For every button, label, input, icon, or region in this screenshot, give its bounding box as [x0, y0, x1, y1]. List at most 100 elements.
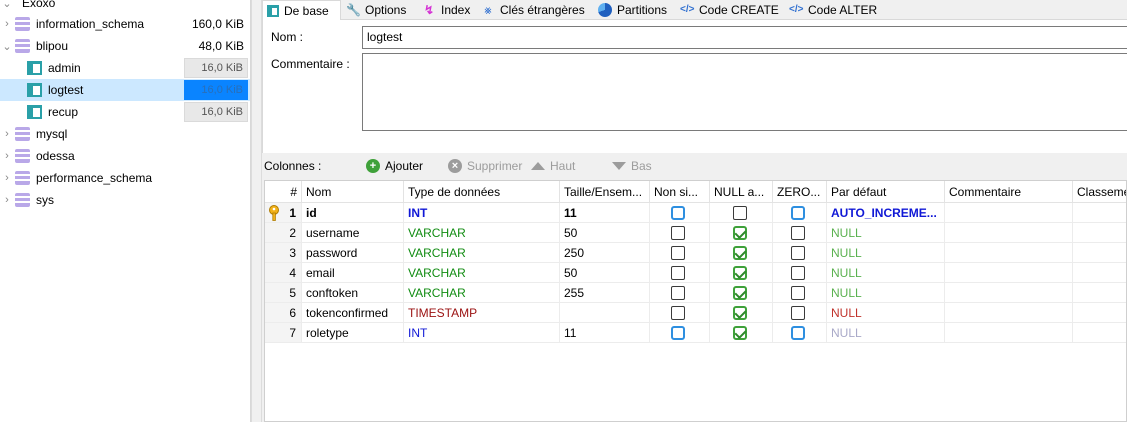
- zerofill-cell[interactable]: [773, 303, 827, 323]
- allow-null-cell[interactable]: [710, 283, 773, 303]
- checkbox[interactable]: [671, 206, 685, 220]
- default-cell[interactable]: NULL: [827, 223, 945, 243]
- header-num[interactable]: #: [265, 181, 302, 203]
- pane-splitter[interactable]: [251, 0, 262, 422]
- comment-cell[interactable]: [945, 263, 1073, 283]
- checkbox[interactable]: [733, 306, 747, 320]
- length-cell[interactable]: 50: [560, 223, 650, 243]
- remove-column-button[interactable]: × Supprimer: [448, 157, 522, 175]
- checkbox[interactable]: [671, 246, 685, 260]
- default-cell[interactable]: AUTO_INCREME...: [827, 203, 945, 223]
- zerofill-cell[interactable]: [773, 223, 827, 243]
- comment-cell[interactable]: [945, 283, 1073, 303]
- tab-code-alter[interactable]: </> Code ALTER: [785, 0, 885, 20]
- tree-item-information-schema[interactable]: › information_schema 160,0 KiB: [0, 13, 250, 35]
- comment-cell[interactable]: [945, 203, 1073, 223]
- checkbox[interactable]: [791, 246, 805, 260]
- column-name-cell[interactable]: password: [302, 243, 404, 263]
- default-cell[interactable]: NULL: [827, 283, 945, 303]
- zerofill-cell[interactable]: [773, 203, 827, 223]
- tab-de-base[interactable]: De base: [262, 0, 341, 21]
- data-type-cell[interactable]: VARCHAR: [404, 243, 560, 263]
- tab-code-create[interactable]: </> Code CREATE: [676, 0, 784, 20]
- unsigned-cell[interactable]: [650, 323, 710, 343]
- tab-index[interactable]: ↯ Index: [418, 0, 474, 20]
- unsigned-cell[interactable]: [650, 203, 710, 223]
- table-name-input[interactable]: logtest: [362, 26, 1127, 49]
- zerofill-cell[interactable]: [773, 283, 827, 303]
- collation-cell[interactable]: [1073, 263, 1126, 283]
- collation-cell[interactable]: [1073, 243, 1126, 263]
- checkbox[interactable]: [791, 286, 805, 300]
- checkbox[interactable]: [671, 226, 685, 240]
- tab-partitions[interactable]: Partitions: [594, 0, 676, 20]
- default-cell[interactable]: NULL: [827, 263, 945, 283]
- comment-cell[interactable]: [945, 243, 1073, 263]
- zerofill-cell[interactable]: [773, 323, 827, 343]
- header-non-signe[interactable]: Non si...: [650, 181, 710, 203]
- checkbox[interactable]: [671, 266, 685, 280]
- unsigned-cell[interactable]: [650, 223, 710, 243]
- zerofill-cell[interactable]: [773, 263, 827, 283]
- header-null-autorise[interactable]: NULL a...: [710, 181, 773, 203]
- zerofill-cell[interactable]: [773, 243, 827, 263]
- move-up-button[interactable]: Haut: [531, 157, 575, 175]
- unsigned-cell[interactable]: [650, 263, 710, 283]
- row-number-cell[interactable]: 1: [265, 203, 302, 223]
- row-number-cell[interactable]: 2: [265, 223, 302, 243]
- column-name-cell[interactable]: conftoken: [302, 283, 404, 303]
- chevron-right-icon[interactable]: ›: [2, 13, 12, 35]
- checkbox[interactable]: [671, 306, 685, 320]
- checkbox[interactable]: [733, 286, 747, 300]
- column-name-cell[interactable]: email: [302, 263, 404, 283]
- allow-null-cell[interactable]: [710, 303, 773, 323]
- length-cell[interactable]: 11: [560, 323, 650, 343]
- chevron-down-icon[interactable]: ⌄: [2, 35, 12, 57]
- header-zerofill[interactable]: ZERO...: [773, 181, 827, 203]
- chevron-right-icon[interactable]: ›: [2, 167, 12, 189]
- unsigned-cell[interactable]: [650, 303, 710, 323]
- header-nom[interactable]: Nom: [302, 181, 404, 203]
- tree-item-logtest[interactable]: logtest 16,0 KiB: [0, 79, 250, 101]
- allow-null-cell[interactable]: [710, 323, 773, 343]
- data-type-cell[interactable]: VARCHAR: [404, 283, 560, 303]
- table-row[interactable]: 7 roletype INT 11 NULL: [265, 323, 1126, 343]
- chevron-right-icon[interactable]: ›: [2, 145, 12, 167]
- length-cell[interactable]: [560, 303, 650, 323]
- data-type-cell[interactable]: VARCHAR: [404, 263, 560, 283]
- table-row[interactable]: 5 conftoken VARCHAR 255 NULL: [265, 283, 1126, 303]
- tree-item-odessa[interactable]: › odessa: [0, 145, 250, 167]
- column-name-cell[interactable]: roletype: [302, 323, 404, 343]
- tree-item-blipou[interactable]: ⌄ blipou 48,0 KiB: [0, 35, 250, 57]
- row-number-cell[interactable]: 6: [265, 303, 302, 323]
- collation-cell[interactable]: [1073, 203, 1126, 223]
- comment-cell[interactable]: [945, 303, 1073, 323]
- unsigned-cell[interactable]: [650, 283, 710, 303]
- data-type-cell[interactable]: INT: [404, 203, 560, 223]
- checkbox[interactable]: [791, 266, 805, 280]
- tab-cles-etrangeres[interactable]: ⨳ Clés étrangères: [477, 0, 593, 20]
- collation-cell[interactable]: [1073, 283, 1126, 303]
- unsigned-cell[interactable]: [650, 243, 710, 263]
- checkbox[interactable]: [733, 266, 747, 280]
- table-comment-textarea[interactable]: [362, 53, 1127, 131]
- checkbox[interactable]: [733, 326, 747, 340]
- chevron-right-icon[interactable]: ›: [2, 189, 12, 211]
- header-type[interactable]: Type de données: [404, 181, 560, 203]
- table-row[interactable]: 4 email VARCHAR 50 NULL: [265, 263, 1126, 283]
- tree-item-sys[interactable]: › sys: [0, 189, 250, 211]
- header-classement[interactable]: Classeme: [1073, 181, 1126, 203]
- table-row[interactable]: 2 username VARCHAR 50 NULL: [265, 223, 1126, 243]
- collapse-icon[interactable]: ⌄: [2, 0, 12, 14]
- collation-cell[interactable]: [1073, 303, 1126, 323]
- allow-null-cell[interactable]: [710, 203, 773, 223]
- table-row[interactable]: 1 id INT 11 AUTO_INCREME...: [265, 203, 1126, 223]
- allow-null-cell[interactable]: [710, 223, 773, 243]
- data-type-cell[interactable]: VARCHAR: [404, 223, 560, 243]
- data-type-cell[interactable]: TIMESTAMP: [404, 303, 560, 323]
- checkbox[interactable]: [733, 206, 747, 220]
- checkbox[interactable]: [791, 326, 805, 340]
- checkbox[interactable]: [791, 226, 805, 240]
- length-cell[interactable]: 11: [560, 203, 650, 223]
- chevron-right-icon[interactable]: ›: [2, 123, 12, 145]
